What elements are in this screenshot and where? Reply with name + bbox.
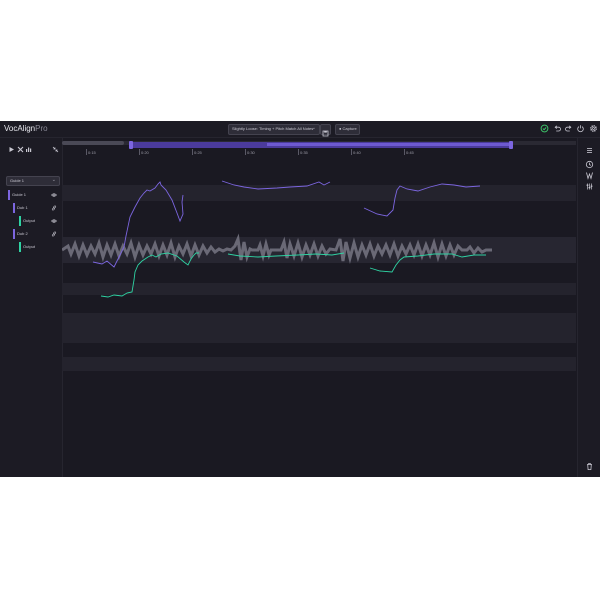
menu-icon[interactable] bbox=[585, 146, 594, 155]
link-icon[interactable] bbox=[51, 231, 57, 237]
undo-icon[interactable] bbox=[553, 124, 562, 133]
eye-icon[interactable] bbox=[51, 192, 57, 198]
link-icon[interactable] bbox=[51, 205, 57, 211]
track-label: Output bbox=[23, 244, 36, 249]
track-color-bar bbox=[19, 242, 21, 252]
track-color-bar bbox=[13, 203, 15, 213]
guide-pitch-curve bbox=[363, 183, 481, 217]
power-icon[interactable] bbox=[576, 124, 585, 133]
right-sidebar bbox=[577, 138, 600, 477]
app-edition: Pro bbox=[35, 124, 48, 133]
capture-label: ● Capture bbox=[339, 126, 357, 131]
mixer-icon[interactable] bbox=[585, 182, 594, 191]
audio-waveform bbox=[62, 233, 492, 264]
track-panel: Guide 1 ⌄ Guide 1 Dub 1 Output Dub 2 Out… bbox=[0, 138, 63, 477]
trash-icon[interactable] bbox=[585, 462, 594, 471]
track-label: Guide 1 bbox=[12, 192, 27, 197]
pitch-graph[interactable] bbox=[62, 138, 576, 477]
track-row-output-1[interactable]: Output bbox=[19, 216, 59, 226]
gear-icon[interactable] bbox=[589, 124, 598, 133]
track-label: Dub 1 bbox=[17, 205, 28, 210]
output-pitch-curve bbox=[100, 252, 199, 298]
track-row-dub-2[interactable]: Dub 2 bbox=[13, 229, 59, 239]
align-icon[interactable] bbox=[17, 146, 24, 153]
track-row-guide-1[interactable]: Guide 1 bbox=[8, 190, 59, 200]
track-row-dub-1[interactable]: Dub 1 bbox=[13, 203, 59, 213]
save-preset-button[interactable] bbox=[320, 124, 331, 137]
output-pitch-curve bbox=[369, 253, 486, 273]
preset-label: Slightly Loose: Timing + Pitch Match All… bbox=[232, 126, 314, 131]
redo-icon[interactable] bbox=[564, 124, 573, 133]
pitch-icon[interactable] bbox=[585, 171, 594, 180]
track-row-output-2[interactable]: Output bbox=[19, 242, 59, 252]
track-label: Output bbox=[23, 218, 36, 223]
bar-chart-icon[interactable] bbox=[25, 146, 32, 153]
preset-dropdown[interactable]: Slightly Loose: Timing + Pitch Match All… bbox=[228, 124, 320, 135]
guide-pitch-curve bbox=[221, 180, 331, 190]
capture-button[interactable]: ● Capture bbox=[335, 124, 360, 135]
app-window: VocAlignPro Slightly Loose: Timing + Pit… bbox=[0, 121, 600, 477]
track-color-bar bbox=[8, 190, 10, 200]
check-circle-icon[interactable] bbox=[540, 124, 549, 133]
play-icon[interactable] bbox=[8, 146, 15, 153]
header-bar: VocAlignPro Slightly Loose: Timing + Pit… bbox=[0, 121, 600, 138]
guide-pitch-curve bbox=[92, 181, 184, 268]
track-color-bar bbox=[19, 216, 21, 226]
chevron-down-icon: ⌄ bbox=[51, 177, 56, 183]
app-name: VocAlign bbox=[4, 124, 36, 133]
clock-icon[interactable] bbox=[585, 160, 594, 169]
track-color-bar bbox=[13, 229, 15, 239]
chevron-down-icon: ⌄ bbox=[311, 125, 316, 131]
app-logo: VocAlignPro bbox=[4, 124, 48, 133]
track-label: Dub 2 bbox=[17, 231, 28, 236]
eye-icon[interactable] bbox=[51, 218, 57, 224]
timeline-area[interactable]: 0:15 0:20 0:25 0:30 0:35 0:40 0:45 bbox=[62, 138, 576, 477]
save-icon bbox=[322, 130, 329, 137]
guide-select[interactable]: Guide 1 ⌄ bbox=[6, 176, 60, 186]
collapse-icon[interactable] bbox=[52, 146, 59, 153]
guide-select-value: Guide 1 bbox=[10, 178, 25, 183]
